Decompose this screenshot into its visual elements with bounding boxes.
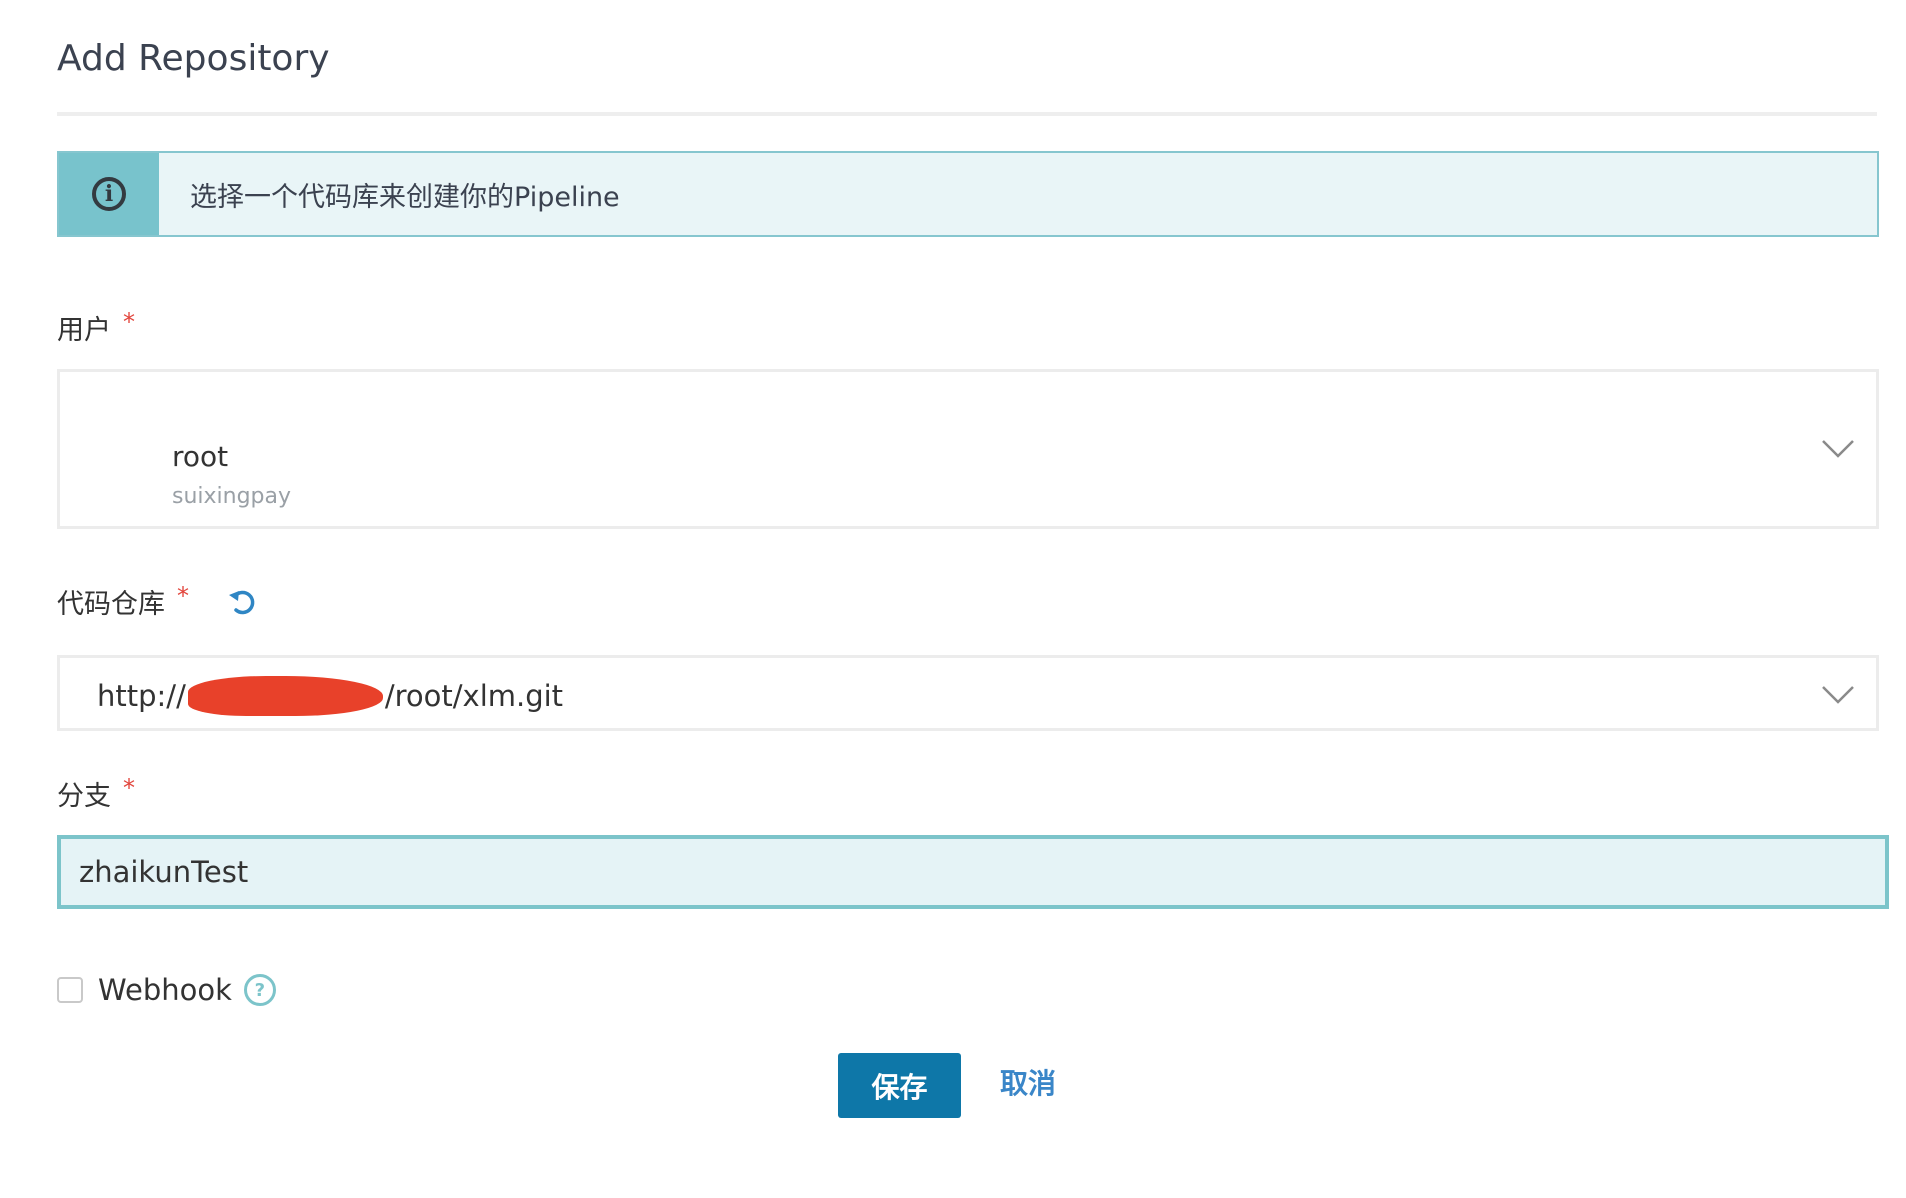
user-label: 用户 xyxy=(57,315,111,346)
repository-label-row: 代码仓库 * xyxy=(57,582,259,621)
repository-url-suffix: /root/xlm.git xyxy=(384,679,564,713)
repository-label: 代码仓库 xyxy=(57,589,165,620)
required-mark: * xyxy=(123,773,135,802)
webhook-row: Webhook ? xyxy=(57,973,276,1007)
repository-url-prefix: http:// xyxy=(97,679,186,713)
required-mark: * xyxy=(123,307,135,336)
info-banner-text: 选择一个代码库来创建你的Pipeline xyxy=(190,181,620,213)
user-select[interactable]: root suixingpay xyxy=(57,369,1879,529)
repository-select[interactable]: http:// /root/xlm.git xyxy=(57,655,1879,731)
branch-input[interactable] xyxy=(57,835,1889,909)
title-divider xyxy=(57,112,1877,116)
user-label-row: 用户 * xyxy=(57,308,135,347)
branch-label: 分支 xyxy=(57,781,111,812)
repository-value: http:// /root/xlm.git xyxy=(97,676,563,716)
webhook-checkbox[interactable] xyxy=(57,977,83,1003)
chevron-down-icon xyxy=(1822,686,1854,704)
selected-user-name: root xyxy=(172,440,229,473)
page-title: Add Repository xyxy=(57,38,330,79)
cancel-button[interactable]: 取消 xyxy=(1000,1062,1056,1102)
refresh-icon[interactable] xyxy=(225,585,259,619)
info-icon-panel: i xyxy=(59,153,159,235)
webhook-label: Webhook xyxy=(98,973,232,1007)
required-mark: * xyxy=(177,581,189,610)
branch-label-row: 分支 * xyxy=(57,774,135,813)
info-banner: i 选择一个代码库来创建你的Pipeline xyxy=(57,151,1879,237)
question-circle-icon[interactable]: ? xyxy=(243,974,276,1006)
save-button[interactable]: 保存 xyxy=(838,1053,961,1118)
selected-user-org: suixingpay xyxy=(172,484,292,509)
redacted-host xyxy=(187,676,383,716)
chevron-down-icon xyxy=(1822,440,1854,458)
info-circle-icon: i xyxy=(92,177,126,211)
